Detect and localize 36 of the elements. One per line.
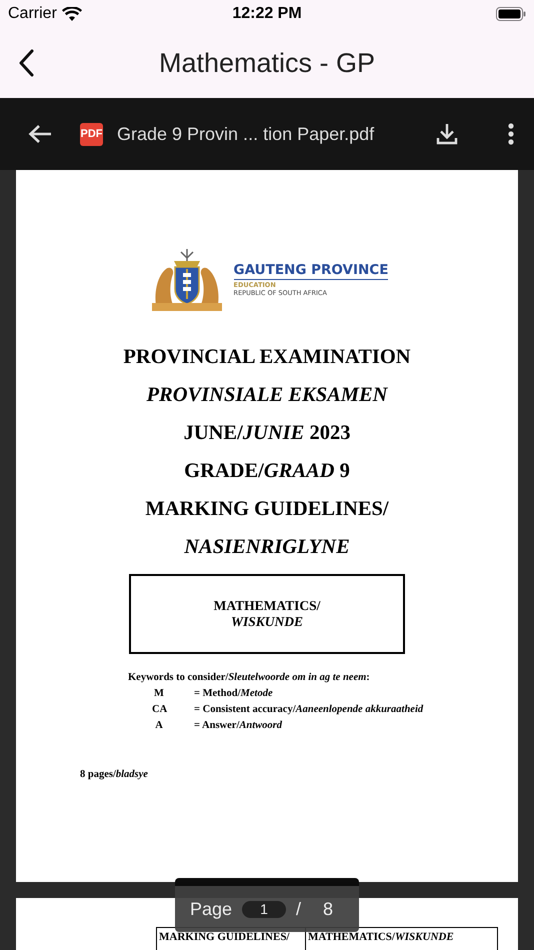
carrier-name: Carrier: [8, 5, 57, 23]
document-heading: GRADE/GRAAD 9: [184, 459, 350, 484]
page-number-field[interactable]: 1: [242, 900, 286, 918]
keyword-meaning: = Method/Metode: [194, 688, 274, 699]
page-separator: /: [296, 898, 302, 920]
page-count: 8 pages/bladsye: [80, 769, 149, 780]
header-cell-text: MARKING GUIDELINES/: [158, 930, 290, 945]
keyword-abbreviation: CA: [152, 704, 166, 715]
wifi-icon: [62, 6, 82, 22]
document-heading: PROVINCIAL EXAMINATION: [123, 345, 411, 370]
keyword-meaning: = Consistent accuracy/Aaneenlopende akkuraatheid: [194, 704, 424, 715]
chevron-left-icon: [18, 49, 34, 77]
document-heading: JUNE/JUNIE 2023: [184, 421, 350, 446]
keyword-abbreviation: A: [154, 720, 164, 731]
keywords-intro: Keywords to consider/Sleutelwoorde om in ag te neem:: [128, 672, 371, 683]
keyword-abbreviation: M: [153, 688, 165, 699]
subject-name: WISKUNDE: [230, 614, 304, 630]
pdf-file-icon: PDF: [80, 122, 103, 146]
document-heading: MARKING GUIDELINES/: [145, 497, 389, 522]
keyword-meaning: = Answer/Antwoord: [194, 720, 283, 731]
clock-time: 12:22 PM: [232, 5, 302, 22]
file-name: Grade 9 Provin ... tion Paper.pdf: [117, 124, 374, 144]
back-button[interactable]: [28, 124, 52, 144]
subject-name: MATHEMATICS/: [214, 598, 320, 614]
document-heading: NASIENRIGLYNE: [184, 535, 350, 560]
battery-icon: [496, 7, 526, 21]
download-icon: [436, 123, 458, 145]
logo-title: GAUTENG PROVINCE: [234, 262, 388, 280]
page-label: Page: [190, 898, 232, 920]
more-options-button[interactable]: [508, 123, 514, 145]
download-button[interactable]: [436, 123, 458, 145]
total-pages: 8: [322, 898, 333, 920]
screen-title: Mathematics - GP: [158, 48, 376, 78]
document-heading: PROVINSIALE EKSAMEN: [146, 383, 388, 408]
more-options-icon: [508, 123, 514, 145]
arrow-left-icon: [28, 124, 52, 144]
